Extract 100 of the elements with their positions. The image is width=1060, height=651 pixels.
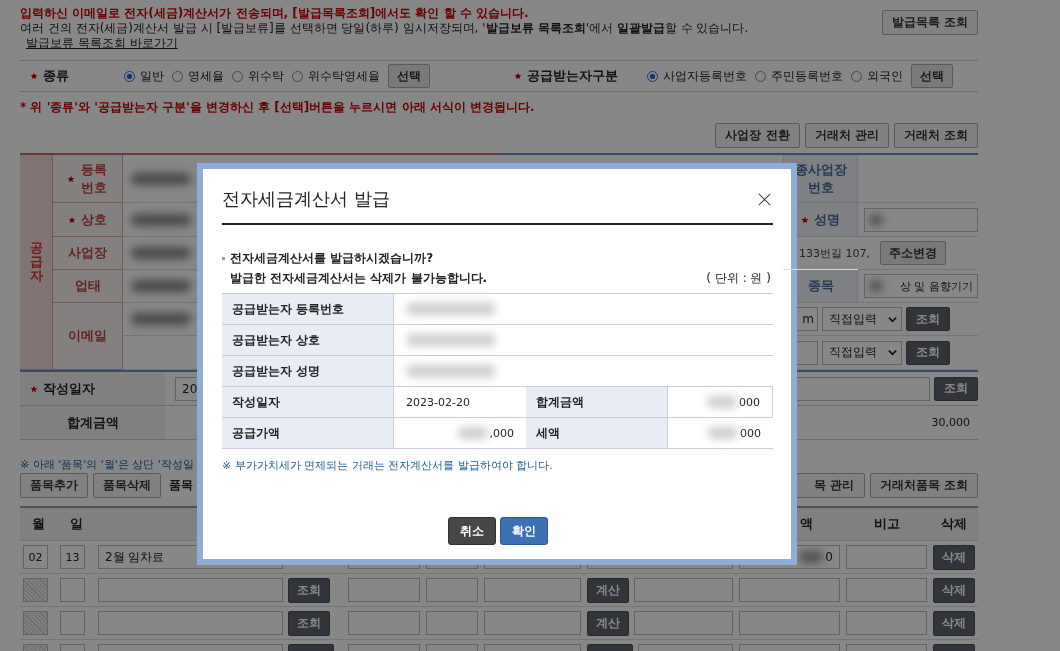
label-cell: 공급가액 [222,418,394,449]
radio-label: 사업자등록번호 [663,67,747,85]
message-text: 발급한 전자세금계산서는 삭제가 불가능합니다. [230,269,488,287]
value-text: 000 [739,395,760,409]
radio-button[interactable] [124,70,135,82]
search-button[interactable]: 조회 [906,340,950,365]
radio-label: 주민등록번호 [771,67,843,85]
partner-button[interactable]: 거래처 조회 [893,123,978,148]
section-header: 공급자 [20,155,53,370]
item-button[interactable]: 목 관리 [795,473,865,498]
input-field[interactable] [348,578,420,602]
select-button[interactable]: 선택 [911,64,953,88]
search-button[interactable]: 조회 [288,577,330,603]
input-field[interactable]: 상 및 음향기기 [864,274,978,298]
address-button[interactable]: 주소변경 [880,241,946,265]
caret-icon [888,348,897,357]
input-field[interactable] [634,578,733,602]
column-header: 비고 [873,515,900,533]
field-label: 종사업장 번호 [793,160,848,197]
notice-text: 여러 건의 전자(세금)계산서 발급 시 [발급보류]를 선택하면 당일(하루) 임시저장되며, '발급보류 목록조회'에서 일괄발급할 수 있습니다. [20,21,749,36]
radio-button[interactable] [755,70,766,82]
radio-label: 위수탁 [248,67,284,85]
column-header: 삭제 [941,515,967,533]
radio-button[interactable] [292,70,303,82]
search-button[interactable]: 조회 [288,610,330,636]
label-cell: 공급받는자 성명 [222,356,394,387]
label-cell: 세액 [526,418,668,449]
unit-text: ( 단위 : 원 ) [706,269,772,287]
field-label: 작성일자 [43,379,95,398]
input-field[interactable] [846,578,927,602]
input-field[interactable]: 13 [60,545,85,569]
input-field[interactable] [426,611,478,635]
warning-text: * 위 '종류'와 '공급받는자 구분'을 변경하신 후 [선택]버튼을 누르시면 아래 서식이 변경됩니다. [20,99,536,115]
field-label: 공급받는자구분 [527,67,618,85]
radio-button[interactable] [851,70,862,82]
dialog-title: 전자세금계산서 발급 [222,187,390,211]
calculate-button[interactable]: 계산 [587,577,629,603]
input-field[interactable] [426,578,478,602]
field-label: 등록번호 [80,160,108,197]
value-text: 000 [740,426,761,440]
item-button[interactable]: 품목추가 [20,473,88,498]
value-text: ,000 [489,426,514,440]
partner-button[interactable]: 사업장 전환 [715,123,800,148]
select-button[interactable]: 선택 [388,64,430,88]
input-field[interactable] [846,611,927,635]
link[interactable]: 발급보류 목록조회 바로가기 [26,36,178,51]
input-field[interactable] [634,611,733,635]
note-text: ※ 아래 '품목'의 '월'은 상단 '작성일 [20,458,194,471]
list-button[interactable]: 발급목록 조회 [881,10,978,35]
note-text: ※ 부가가치세가 면제되는 거래는 전자계산서를 발급하여야 합니다. [222,458,554,473]
input-field[interactable] [60,578,85,602]
item-button[interactable]: 거래처품목 조회 [869,473,978,498]
input-field[interactable] [98,578,283,602]
label-cell: 공급받는자 등록번호 [222,294,394,325]
radio-button[interactable] [172,70,183,82]
column-header: 월 [32,515,45,533]
column-header: 액 [800,515,813,533]
input-field[interactable] [60,611,85,635]
input-field[interactable] [846,545,927,569]
delete-button[interactable]: 삭제 [933,610,975,636]
label-cell: 합계금액 [526,387,668,418]
radio-label: 영세율 [188,67,224,85]
input-field[interactable] [739,578,840,602]
input-field[interactable] [864,207,978,232]
radio-label: 위수탁영세율 [308,67,380,85]
caption-text: 품목 [169,477,193,494]
field-label: 상호 [81,210,107,229]
radio-button[interactable] [647,70,658,82]
field-label: 종목 [807,277,834,295]
partner-button[interactable]: 거래처 관리 [804,123,889,148]
delete-button[interactable]: 삭제 [933,544,975,570]
value-text: 2023-02-20 [406,395,470,409]
cancel-button[interactable]: 취소 [447,517,496,545]
confirm-button[interactable]: 확인 [499,517,548,545]
radio-button[interactable] [232,70,243,82]
input-field[interactable]: 02 [23,545,48,569]
input-field[interactable] [484,611,581,635]
input-field[interactable] [348,611,420,635]
input-field[interactable] [484,578,581,602]
delete-button[interactable]: 삭제 [933,577,975,603]
field-label: 종류 [43,67,69,85]
input-field[interactable] [739,611,840,635]
field-label: 이메일 [68,327,107,345]
address-text: 133번길 107, [799,245,870,261]
search-button[interactable]: 조회 [934,376,978,401]
bullet-icon [222,256,225,260]
input-field[interactable] [98,611,283,635]
column-header: 일 [69,515,83,533]
dropdown[interactable]: 직접입력 [822,307,902,331]
item-button[interactable]: 품목삭제 [93,473,161,498]
dropdown[interactable]: 직접입력 [822,340,902,365]
caret-icon [888,314,897,324]
field-label: 업태 [74,277,101,295]
label-cell: 공급받는자 상호 [222,325,394,356]
notice-text: 입력하신 이메일로 전자(세금)계산서가 전송되며, [발급목록조회]에서도 확인 할 수 있습니다. [20,6,530,21]
radio-label: 일반 [140,67,164,85]
label-cell: 작성일자 [222,387,394,418]
field-label: 합계금액 [66,413,119,432]
calculate-button[interactable]: 계산 [587,610,629,636]
search-button[interactable]: 조회 [906,307,950,331]
